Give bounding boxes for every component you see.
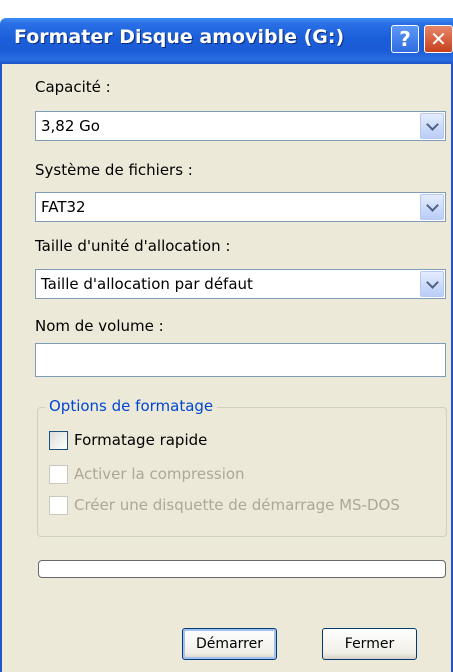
chevron-down-icon — [425, 117, 439, 131]
volume-label: Nom de volume : — [35, 317, 164, 335]
format-options-legend: Options de formatage — [45, 397, 218, 415]
filesystem-dropdown-button[interactable] — [420, 194, 444, 220]
capacity-label: Capacité : — [35, 78, 111, 96]
chevron-down-icon — [425, 198, 439, 212]
allocation-label: Taille d'unité d'allocation : — [35, 237, 231, 255]
close-icon: ✕ — [430, 27, 447, 51]
chevron-down-icon — [425, 275, 439, 289]
compression-label: Activer la compression — [74, 465, 245, 483]
allocation-value: Taille d'allocation par défaut — [41, 275, 253, 293]
capacity-value: 3,82 Go — [41, 117, 100, 135]
format-progress-bar — [38, 560, 446, 578]
help-icon: ? — [399, 27, 411, 51]
allocation-dropdown-button[interactable] — [420, 271, 444, 297]
filesystem-value: FAT32 — [41, 198, 86, 216]
msdos-boot-label: Créer une disquette de démarrage MS-DOS — [74, 496, 400, 514]
volume-name-field[interactable] — [35, 343, 446, 377]
start-button-label: Démarrer — [196, 636, 263, 652]
format-dialog: Capacité : 3,82 Go Système de fichiers :… — [0, 64, 453, 672]
compression-checkbox — [49, 465, 68, 484]
start-button[interactable]: Démarrer — [182, 628, 277, 660]
window-title: Formater Disque amovible (G:) — [14, 26, 345, 48]
capacity-dropdown[interactable]: 3,82 Go — [35, 111, 446, 141]
background-strip — [0, 0, 453, 18]
help-button[interactable]: ? — [391, 25, 419, 53]
filesystem-label: Système de fichiers : — [35, 161, 193, 179]
title-bar[interactable]: Formater Disque amovible (G:) ? ✕ — [0, 18, 453, 64]
quick-format-checkbox[interactable] — [49, 431, 68, 450]
quick-format-label[interactable]: Formatage rapide — [74, 431, 207, 449]
close-button[interactable]: ✕ — [424, 25, 453, 53]
close-dialog-button-label: Fermer — [344, 636, 395, 652]
msdos-boot-checkbox — [49, 496, 68, 515]
capacity-dropdown-button[interactable] — [420, 113, 444, 139]
filesystem-dropdown[interactable]: FAT32 — [35, 192, 446, 222]
close-dialog-button[interactable]: Fermer — [322, 628, 417, 660]
allocation-dropdown[interactable]: Taille d'allocation par défaut — [35, 269, 446, 299]
